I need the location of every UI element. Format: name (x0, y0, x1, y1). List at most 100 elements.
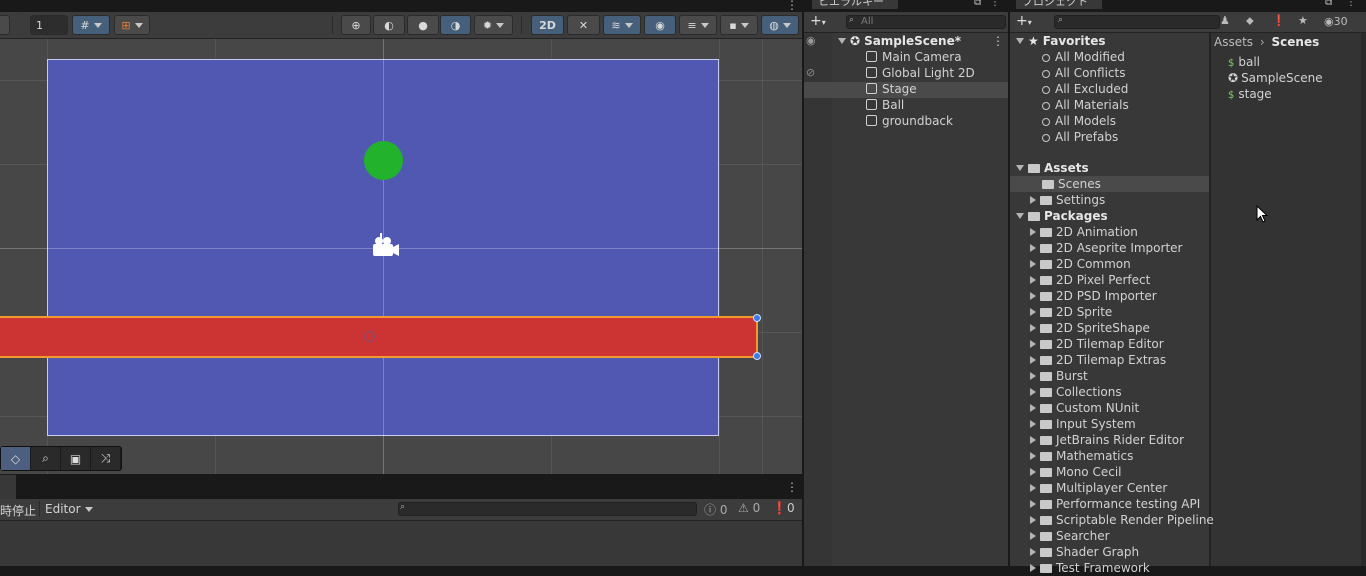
packages-header[interactable]: Packages (1016, 208, 1108, 224)
breadcrumb-scenes[interactable]: Scenes (1272, 35, 1320, 49)
console-search-input[interactable] (398, 502, 697, 516)
grid-snap-dropdown[interactable]: # (72, 15, 110, 35)
package-folder[interactable]: Searcher (1030, 528, 1110, 544)
toolbar-edge-button[interactable] (0, 15, 10, 35)
stage-sprite[interactable] (0, 316, 758, 358)
asset-folder-scenes[interactable]: Scenes (1042, 176, 1101, 192)
package-folder[interactable]: 2D Aseprite Importer (1030, 240, 1182, 256)
scene-more-icon[interactable]: ⋮ (786, 0, 798, 12)
gizmos-dropdown[interactable]: ◍ (761, 15, 799, 35)
hierarchy-item-stage[interactable]: Stage (866, 81, 917, 97)
warning-filter[interactable]: ⚠ 0 (738, 501, 760, 515)
camera-gizmo-icon[interactable] (368, 231, 400, 259)
layers-dropdown[interactable]: ≡ (679, 15, 717, 35)
package-folder[interactable]: Multiplayer Center (1030, 480, 1167, 496)
package-folder[interactable]: 2D Pixel Perfect (1030, 272, 1150, 288)
shaded-button[interactable]: ● (407, 15, 439, 35)
asset-folder-settings[interactable]: Settings (1030, 192, 1105, 208)
hidden-packages-toggle[interactable]: ◉30 (1324, 15, 1348, 28)
project-search-input[interactable] (1054, 15, 1220, 29)
shaded-wire-button[interactable]: ◐ (373, 15, 405, 35)
package-folder[interactable]: Scriptable Render Pipeline (1030, 512, 1214, 528)
overlay-tool-1[interactable]: ⌕ (31, 447, 61, 470)
pause-on-error-toggle[interactable]: 時停止 (0, 502, 36, 519)
project-add-button[interactable]: +▾ (1016, 13, 1032, 29)
package-folder[interactable]: 2D Tilemap Editor (1030, 336, 1164, 352)
package-folder[interactable]: 2D Sprite (1030, 304, 1112, 320)
hierarchy-search-input[interactable]: All (846, 15, 1006, 29)
info-filter[interactable]: ⓘ 0 (704, 501, 727, 518)
audio-fx-dropdown[interactable]: ≋ (603, 15, 641, 35)
hidden-eye-icon[interactable]: ⊘ (806, 66, 815, 79)
package-label: Burst (1056, 369, 1088, 383)
file-item-samplescene[interactable]: ✪ SampleScene (1228, 70, 1323, 86)
search-by-label-icon[interactable]: ⬥ (1246, 14, 1254, 28)
hierarchy-more-icon[interactable]: ⋮ (990, 0, 1000, 8)
pivot-handle[interactable] (364, 331, 375, 342)
package-folder[interactable]: 2D Animation (1030, 224, 1138, 240)
favorite-star-icon[interactable]: ★ (1298, 14, 1308, 27)
gizmo-scale-field[interactable]: 1 (30, 15, 68, 35)
overlay-tool-0[interactable]: ◇ (1, 447, 31, 470)
editor-dropdown[interactable]: Editor (45, 502, 93, 516)
search-by-type-icon[interactable]: ♟ (1220, 14, 1230, 27)
overlay-tool-2[interactable]: ▣ (61, 447, 91, 470)
increment-snap-dropdown[interactable]: ⊞ (114, 15, 150, 35)
lighting-toggle[interactable]: ✕ (567, 15, 600, 35)
favorites-header[interactable]: ★ Favorites (1016, 33, 1105, 49)
assets-header[interactable]: Assets (1016, 160, 1089, 176)
scene-visibility-button[interactable]: ◉ (644, 15, 676, 35)
debug-draw-dropdown[interactable]: ✹ (474, 15, 513, 35)
hierarchy-tab[interactable]: ヒエラルキー (812, 0, 898, 9)
package-folder[interactable]: Performance testing API (1030, 496, 1200, 512)
console-more-icon[interactable]: ⋮ (786, 480, 798, 494)
ball-sprite[interactable] (364, 141, 403, 180)
mode-2d-button[interactable]: 2D (531, 15, 564, 35)
favorite-item[interactable]: All Materials (1042, 97, 1129, 113)
package-folder[interactable]: Mono Cecil (1030, 464, 1121, 480)
favorite-item[interactable]: All Excluded (1042, 81, 1128, 97)
hierarchy-add-button[interactable]: +▾ (810, 13, 826, 29)
wireframe-button[interactable]: ⊕ (341, 15, 371, 35)
favorite-item[interactable]: All Prefabs (1042, 129, 1118, 145)
project-maximize-icon[interactable]: ⧉ (1325, 0, 1332, 8)
project-more-icon[interactable]: ⋮ (1346, 0, 1356, 8)
package-folder[interactable]: 2D PSD Importer (1030, 288, 1157, 304)
console-tab[interactable] (0, 475, 16, 500)
error-filter[interactable]: ❗0 (772, 501, 795, 515)
package-folder[interactable]: Burst (1030, 368, 1088, 384)
package-folder[interactable]: 2D Common (1030, 256, 1131, 272)
package-folder[interactable]: Shader Graph (1030, 544, 1139, 560)
breadcrumb-assets[interactable]: Assets (1214, 35, 1253, 49)
favorite-item[interactable]: All Models (1042, 113, 1116, 129)
search-by-log-icon[interactable]: ❗ (1272, 14, 1286, 27)
overlay-tool-3[interactable]: ⤨ (91, 447, 121, 470)
package-folder[interactable]: 2D SpriteShape (1030, 320, 1150, 336)
package-folder[interactable]: Custom NUnit (1030, 400, 1139, 416)
camera-dropdown[interactable]: ▪ (720, 15, 758, 35)
project-scrollbar[interactable] (1361, 33, 1366, 566)
favorite-item[interactable]: All Conflicts (1042, 65, 1125, 81)
hierarchy-item-global-light[interactable]: Global Light 2D (866, 65, 975, 81)
favorite-item[interactable]: All Modified (1042, 49, 1125, 65)
package-folder[interactable]: Input System (1030, 416, 1136, 432)
package-folder[interactable]: Collections (1030, 384, 1122, 400)
hierarchy-item-groundback[interactable]: groundback (866, 113, 953, 129)
package-folder[interactable]: Mathematics (1030, 448, 1133, 464)
project-tab[interactable]: プロジェクト (1016, 0, 1102, 9)
package-folder[interactable]: Test Framework (1030, 560, 1150, 576)
hierarchy-item-ball[interactable]: Ball (866, 97, 904, 113)
gameobject-icon (866, 115, 877, 126)
scene-more-menu-icon[interactable]: ⋮ (992, 34, 1004, 48)
file-item-ball[interactable]: $ ball (1228, 54, 1260, 70)
hierarchy-item-main-camera[interactable]: Main Camera (866, 49, 962, 65)
unlit-button[interactable]: ◑ (440, 15, 471, 35)
package-folder[interactable]: JetBrains Rider Editor (1030, 432, 1184, 448)
hierarchy-maximize-icon[interactable]: ⧉ (974, 0, 981, 8)
package-folder[interactable]: 2D Tilemap Extras (1030, 352, 1166, 368)
rect-handle-top-right[interactable] (753, 314, 761, 322)
hierarchy-scene-row[interactable]: ✪ SampleScene* (838, 33, 961, 49)
file-item-stage[interactable]: $ stage (1228, 86, 1272, 102)
scene-visibility-eye-icon[interactable]: ◉ (806, 34, 816, 47)
rect-handle-bottom-right[interactable] (753, 352, 761, 360)
